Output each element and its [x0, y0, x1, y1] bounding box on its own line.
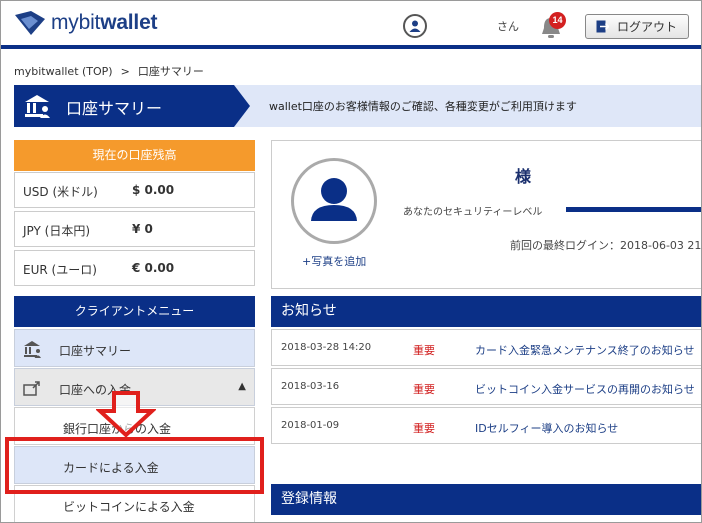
balance-amount: € 0.00	[132, 261, 175, 275]
news-tag: 重要	[413, 422, 435, 435]
profile-avatar[interactable]	[291, 158, 377, 244]
menu-item-label: 口座サマリー	[59, 344, 132, 358]
mybitwallet-logo-icon	[15, 11, 45, 35]
user-icon	[409, 20, 421, 32]
news-row: 2018-01-09 重要 IDセルフィー導入のお知らせ	[271, 407, 701, 444]
notification-badge: 14	[549, 12, 566, 29]
submenu-label: カードによる入金	[63, 461, 159, 475]
page-title-bar: 口座サマリー wallet口座のお客様情報のご確認、各種変更がご利用頂けます	[14, 85, 701, 127]
user-avatar[interactable]	[403, 14, 427, 38]
menu-item-label: 口座への入金	[59, 383, 132, 397]
news-heading: お知らせ	[271, 296, 701, 327]
page-frame: mybitwallet さん 14 ログアウト mybitwallet (TOP…	[0, 0, 702, 523]
breadcrumb: mybitwallet (TOP) > 口座サマリー	[14, 63, 204, 79]
last-login: 前回の最終ログイン：2018-06-03 21	[510, 239, 702, 252]
registration-heading: 登録情報	[271, 484, 701, 515]
logout-label: ログアウト	[617, 20, 678, 34]
breadcrumb-separator: >	[120, 65, 130, 78]
submenu-bitcoin-deposit[interactable]: ビットコインによる入金	[14, 485, 255, 522]
balance-heading: 現在の口座残高	[14, 140, 255, 171]
user-icon	[311, 178, 357, 221]
submenu-bank-deposit[interactable]: 銀行口座からの入金	[14, 407, 255, 445]
bank-icon	[24, 341, 41, 358]
news-tag: 重要	[413, 383, 435, 396]
security-level-bar	[566, 207, 701, 212]
news-row: 2018-03-16 重要 ビットコイン入金サービスの再開のお知らせ	[271, 368, 701, 405]
client-menu-heading: クライアントメニュー	[14, 296, 255, 327]
page-description: wallet口座のお客様情報のご確認、各種変更がご利用頂けます	[269, 100, 577, 113]
balance-currency: USD (米ドル)	[23, 185, 98, 199]
submenu-label: ビットコインによる入金	[63, 500, 195, 514]
user-name-honorific: 様	[515, 167, 532, 186]
submenu-card-deposit[interactable]: カードによる入金	[14, 446, 255, 484]
security-level-label: あなたのセキュリティーレベル	[403, 207, 543, 218]
balance-row-eur: EUR (ユーロ) € 0.00	[14, 250, 255, 286]
balance-row-usd: USD (米ドル) $ 0.00	[14, 172, 255, 208]
logout-button[interactable]: ログアウト	[585, 14, 689, 39]
news-date: 2018-01-09	[281, 420, 340, 431]
news-title-link[interactable]: IDセルフィー導入のお知らせ	[475, 420, 618, 436]
menu-item-account-summary[interactable]: 口座サマリー	[14, 329, 255, 367]
news-date: 2018-03-16	[281, 381, 340, 392]
balance-amount: $ 0.00	[132, 183, 175, 197]
user-name-suffix: さん	[497, 20, 519, 33]
chevron-up-icon: ▲	[238, 381, 246, 392]
news-title-link[interactable]: ビットコイン入金サービスの再開のお知らせ	[475, 381, 695, 397]
logo-text: mybitwallet	[51, 11, 158, 34]
submenu-label: 銀行口座からの入金	[63, 422, 172, 436]
profile-card: +写真を追加 様 あなたのセキュリティーレベル 前回の最終ログイン：2018-0…	[271, 140, 702, 289]
news-tag: 重要	[413, 344, 435, 357]
logo[interactable]: mybitwallet	[13, 9, 158, 37]
balance-currency: JPY (日本円)	[23, 224, 91, 238]
news-title-link[interactable]: カード入金緊急メンテナンス終了のお知らせ	[475, 342, 695, 358]
header: mybitwallet さん 14 ログアウト	[1, 1, 701, 49]
balance-amount: ¥ 0	[132, 222, 153, 236]
page-title: 口座サマリー	[66, 99, 163, 118]
news-date: 2018-03-28 14:20	[281, 342, 372, 353]
menu-item-deposit[interactable]: 口座への入金 ▲	[14, 368, 255, 406]
logout-icon	[596, 20, 609, 33]
breadcrumb-current: 口座サマリー	[137, 65, 204, 78]
add-photo-link[interactable]: +写真を追加	[302, 253, 366, 269]
balance-row-jpy: JPY (日本円) ¥ 0	[14, 211, 255, 247]
deposit-icon	[23, 381, 40, 396]
breadcrumb-home[interactable]: mybitwallet (TOP)	[14, 65, 113, 78]
news-row: 2018-03-28 14:20 重要 カード入金緊急メンテナンス終了のお知らせ	[271, 329, 701, 366]
balance-currency: EUR (ユーロ)	[23, 263, 97, 277]
bank-icon	[25, 95, 50, 118]
